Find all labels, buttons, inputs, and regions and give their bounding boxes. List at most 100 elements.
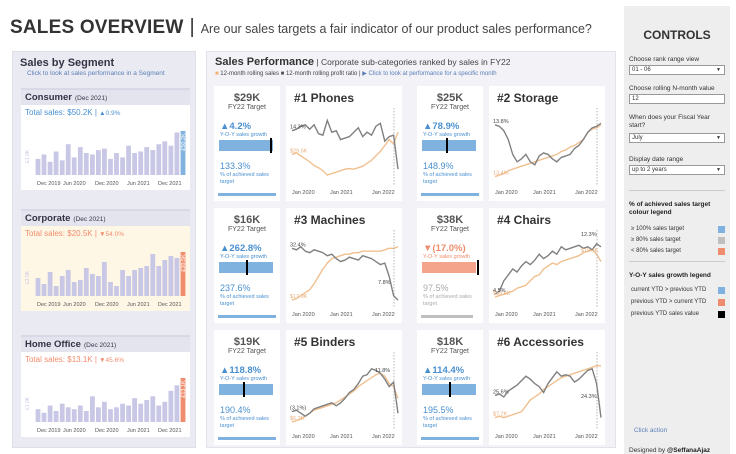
segment-bar[interactable] [114,407,119,422]
segment-bar[interactable] [150,396,156,422]
segment-bar[interactable] [77,280,83,296]
segment-bar[interactable] [114,153,119,175]
segment-bar[interactable] [96,276,101,296]
rolling-profit-line[interactable] [494,122,602,166]
segment-bar[interactable] [150,150,156,175]
segment-bar[interactable] [132,153,137,175]
segment-bar[interactable] [174,132,180,176]
kpi-tile[interactable]: $25K FY22 Target ▲78.9% Y-O-Y sales growth 1… [417,86,483,201]
segment-bar[interactable] [96,150,101,175]
segment-bar[interactable] [120,403,125,422]
subcategory-trend-tile[interactable]: #3 Machines $17.9K 32.4% Jan 2020 Jan 2021 Ja… [286,208,402,323]
segment-bar[interactable] [65,407,71,422]
rolling-profit-line[interactable] [291,118,399,170]
designer-handle[interactable]: @SeffanaAjaz [667,447,710,454]
segment-bar[interactable] [168,390,174,422]
segment-bar[interactable] [77,405,83,423]
segment-bar[interactable] [53,151,59,176]
segment-bar[interactable] [126,405,131,423]
segment-bar[interactable] [114,286,119,296]
segment-bar[interactable] [96,407,101,422]
subcategory-trend-tile[interactable]: #1 Phones $29.6K 14.3% Jan 2020 Jan 2021 Jan … [286,86,402,201]
legend-swatch [718,226,725,233]
segment-bar[interactable] [144,400,150,422]
segment-bar[interactable] [138,403,144,422]
segment-bar[interactable] [53,411,59,422]
segment-bar[interactable] [108,158,113,175]
segment-bar[interactable] [90,274,95,296]
segment-bar[interactable] [83,411,89,422]
segment-bar[interactable] [59,403,65,422]
segment-bar[interactable] [174,385,180,422]
segment-bar[interactable] [162,401,168,422]
date-range-select[interactable]: up to 2 years ▼ [629,165,725,175]
segment-bar[interactable] [53,286,59,296]
segment-bar[interactable] [102,401,107,422]
segment-bar[interactable] [35,409,41,422]
click-action-link[interactable]: Click action [634,427,667,434]
segment-bar[interactable] [65,144,71,175]
segment-bar[interactable] [132,270,137,296]
subcategory-trend-tile[interactable]: #5 Binders $6.2K (3.1%) Jan 2020 Jan 2021 Jan… [286,330,402,445]
segment-bar[interactable] [126,276,131,296]
segment-bar[interactable] [102,262,107,296]
segment-bar[interactable] [71,282,77,296]
segment-bar[interactable] [83,268,89,296]
rank-range-select[interactable]: 01 - 06 ▼ [629,65,725,75]
subcategory-trend-tile[interactable]: #2 Storage 13.4% 13.8% Jan 2020 Jan 2021 Jan … [489,86,605,201]
segment-bar[interactable] [156,266,162,296]
segment-bar[interactable] [83,153,89,175]
segment-bar[interactable] [108,409,113,422]
segment-bar[interactable] [156,144,162,175]
segment-bar[interactable] [126,145,131,175]
rolling-n-input[interactable]: 12 [629,94,725,104]
segment-bar[interactable] [59,276,65,296]
kpi-tile[interactable]: $29K FY22 Target ▲4.2% Y-O-Y sales growth 13… [214,86,280,201]
rolling-sales-line[interactable] [291,246,399,301]
segment-bar[interactable] [35,158,41,175]
segment-bar[interactable] [138,268,144,296]
subcategory-trend-tile[interactable]: #4 Chairs $38.6K 4.5% Jan 2020 Jan 2021 Jan 2… [489,208,605,323]
segment-bar[interactable] [102,148,107,175]
segment-card[interactable]: Consumer (Dec 2021) Total sales: $50.2K | … [21,88,190,190]
segment-bar[interactable] [138,151,144,176]
segment-card[interactable]: Corporate (Dec 2021) Total sales: $20.5K |… [21,209,190,311]
segment-bar[interactable] [47,272,53,296]
segment-bar[interactable] [47,405,53,423]
segment-bar[interactable] [144,266,150,296]
segment-bar[interactable] [90,154,95,176]
segment-bar[interactable] [144,147,150,175]
segment-bar[interactable] [120,157,125,175]
segment-bar[interactable] [120,270,125,296]
segment-bar[interactable] [162,260,168,296]
segment-bar[interactable] [41,412,47,422]
segment-bar[interactable] [168,145,174,175]
segment-bar[interactable] [132,398,137,422]
segment-bar[interactable] [59,160,65,175]
segment-bar[interactable] [150,254,156,296]
fiscal-year-select[interactable]: July ▼ [629,133,725,143]
segment-bar[interactable] [174,258,180,296]
segment-bar[interactable] [162,141,168,175]
segment-bar[interactable] [108,282,113,296]
rolling-sales-line[interactable] [494,249,602,298]
segment-bar[interactable] [90,396,95,422]
rolling-profit-line[interactable] [291,367,399,418]
segment-bar[interactable] [71,409,77,422]
segment-bar[interactable] [65,270,71,296]
month-click-hint[interactable]: ▶ Click to look at performance for a spe… [362,71,496,77]
segment-bar[interactable] [71,157,77,175]
segment-bar[interactable] [77,147,83,175]
segment-bar[interactable] [41,154,47,176]
segment-bar[interactable] [41,284,47,296]
segment-bar[interactable] [35,278,41,296]
kpi-tile[interactable]: $16K FY22 Target ▲262.8% Y-O-Y sales growth… [214,208,280,323]
kpi-tile[interactable]: $19K FY22 Target ▲118.8% Y-O-Y sales growth… [214,330,280,445]
segment-bar[interactable] [168,256,174,296]
kpi-tile[interactable]: $18K FY22 Target ▲114.4% Y-O-Y sales growth… [417,330,483,445]
subcategory-trend-tile[interactable]: #6 Accessories $7.2K 25.6% Jan 2020 Jan 2021… [489,330,605,445]
segment-card[interactable]: Home Office (Dec 2021) Total sales: $13.1K… [21,335,190,437]
segment-bar[interactable] [156,405,162,423]
segment-bar[interactable] [47,161,53,175]
kpi-tile[interactable]: $38K FY22 Target ▼(17.0%) Y-O-Y sales growt… [417,208,483,323]
